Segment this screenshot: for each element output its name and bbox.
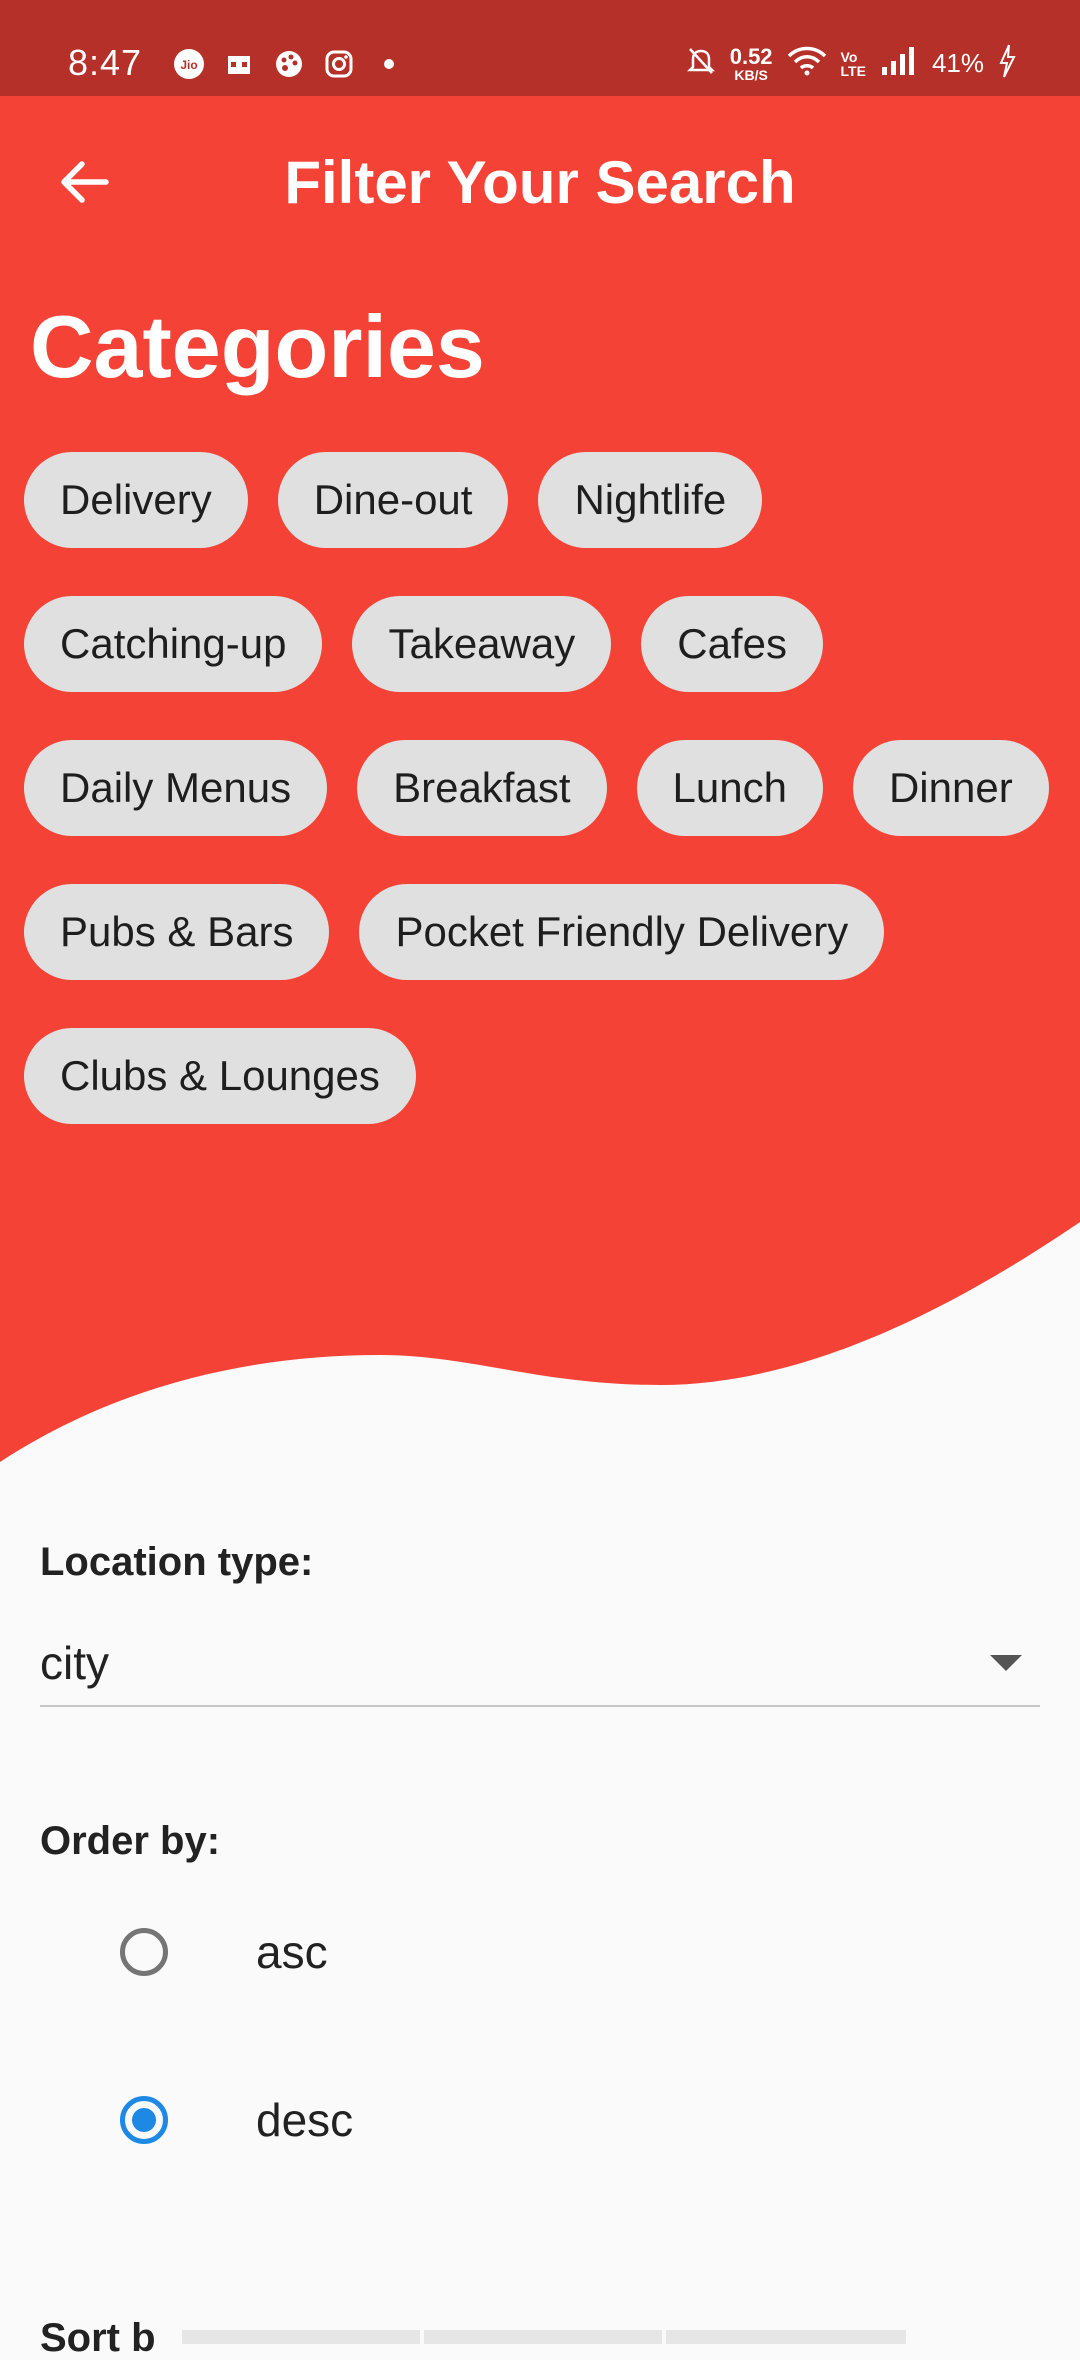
- status-time: 8:47: [68, 42, 143, 83]
- network-speed: 0.52 KB/S: [729, 43, 773, 83]
- status-bar: 8:47 Jio 0.52 KB/S Vo LTE 41%: [0, 0, 1080, 96]
- dropdown-arrow-icon: [990, 1655, 1022, 1671]
- chip-takeaway[interactable]: Takeaway: [352, 596, 612, 692]
- network-speed-value: 0.52: [729, 43, 773, 69]
- charging-bolt-icon: [998, 44, 1016, 83]
- location-type-value: city: [40, 1637, 109, 1689]
- sort-segment[interactable]: [665, 2330, 906, 2344]
- chip-dinner[interactable]: Dinner: [852, 740, 1049, 836]
- instagram-icon: [322, 47, 356, 81]
- chip-pubs-bars[interactable]: Pubs & Bars: [24, 884, 330, 980]
- chip-dine-out[interactable]: Dine-out: [277, 452, 509, 548]
- volte-top: Vo: [840, 48, 858, 65]
- chip-breakfast[interactable]: Breakfast: [357, 740, 607, 836]
- chip-clubs-lounges[interactable]: Clubs & Lounges: [24, 1028, 416, 1124]
- app-bar: Filter Your Search: [0, 96, 1080, 266]
- network-speed-unit: KB/S: [734, 66, 768, 83]
- sort-by-section: Sort b: [40, 2318, 910, 2358]
- chip-lunch[interactable]: Lunch: [636, 740, 823, 836]
- jio-icon: Jio: [172, 47, 206, 81]
- order-asc-label: asc: [256, 1926, 328, 1978]
- location-type-dropdown[interactable]: city: [40, 1621, 1040, 1707]
- order-desc-option[interactable]: desc: [40, 2060, 1040, 2180]
- chip-pocket-friendly-delivery[interactable]: Pocket Friendly Delivery: [359, 884, 885, 980]
- sort-by-label: Sort b: [40, 2316, 156, 2360]
- chip-daily-menus[interactable]: Daily Menus: [24, 740, 328, 836]
- categories-title: Categories: [30, 297, 485, 396]
- notification-icons: Jio: [172, 47, 406, 81]
- chip-delivery[interactable]: Delivery: [24, 452, 248, 548]
- chip-catching-up[interactable]: Catching-up: [24, 596, 323, 692]
- location-type-label: Location type:: [40, 1540, 314, 1584]
- sort-segment[interactable]: [423, 2330, 662, 2344]
- volte-bottom: LTE: [840, 62, 866, 79]
- category-chips: Delivery Dine-out Nightlife Catching-up …: [24, 452, 1064, 1124]
- mute-bell-icon: [686, 45, 716, 82]
- signal-icon: [880, 45, 918, 82]
- order-asc-option[interactable]: asc: [40, 1892, 1040, 2012]
- order-by-label: Order by:: [40, 1819, 221, 1863]
- wifi-icon: [787, 45, 827, 82]
- volte-indicator: Vo LTE: [841, 50, 866, 78]
- radio-asc[interactable]: [120, 1928, 168, 1976]
- svg-text:Jio: Jio: [180, 58, 197, 72]
- radio-desc[interactable]: [120, 2096, 168, 2144]
- page-title: Filter Your Search: [284, 149, 796, 216]
- battery-percentage: 41%: [931, 48, 984, 78]
- chip-cafes[interactable]: Cafes: [641, 596, 823, 692]
- filter-form: Location type: city Order by: asc desc: [40, 1540, 1040, 2180]
- chip-nightlife[interactable]: Nightlife: [538, 452, 763, 548]
- sort-by-segmented-control[interactable]: [181, 2330, 910, 2344]
- palette-icon: [272, 47, 306, 81]
- store-icon: [222, 47, 256, 81]
- system-indicators: 0.52 KB/S Vo LTE 41%: [686, 44, 1016, 83]
- order-desc-label: desc: [256, 2094, 354, 2146]
- sort-segment[interactable]: [181, 2330, 420, 2344]
- more-notifications-dot-icon: [372, 47, 406, 81]
